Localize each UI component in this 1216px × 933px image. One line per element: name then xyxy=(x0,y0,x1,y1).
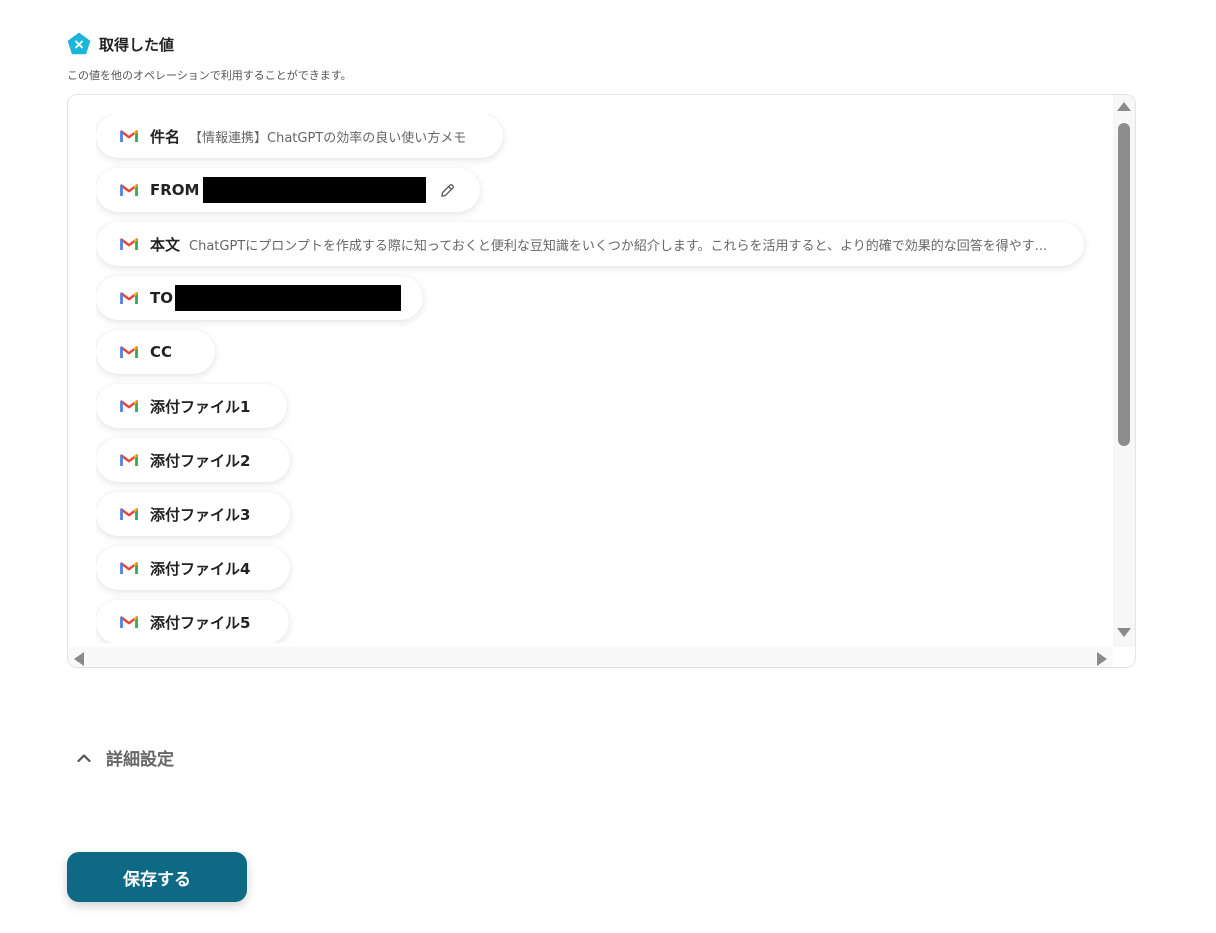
value-item-to[interactable]: TO xyxy=(96,276,423,320)
gmail-icon xyxy=(120,292,138,304)
gmail-icon xyxy=(120,616,138,628)
value-item-attachment-3[interactable]: 添付ファイル3 xyxy=(96,492,290,536)
section-title: 取得した値 xyxy=(99,35,175,54)
item-label: FROM xyxy=(150,181,200,199)
chevron-up-icon xyxy=(77,753,91,762)
item-label: 本文 xyxy=(150,235,181,254)
redacted-value xyxy=(203,177,427,203)
item-value: ChatGPTにプロンプトを作成する際に知っておくと便利な豆知識をいくつか紹介し… xyxy=(189,238,1048,254)
item-label: TO xyxy=(150,289,173,307)
scrollbar-thumb[interactable] xyxy=(1118,123,1130,446)
scroll-up-arrow-icon[interactable] xyxy=(1117,102,1131,111)
value-item-attachment-5[interactable]: 添付ファイル5 xyxy=(96,600,289,643)
scroll-down-arrow-icon[interactable] xyxy=(1117,628,1131,637)
vertical-scrollbar[interactable] xyxy=(1113,95,1135,647)
item-label: 添付ファイル4 xyxy=(150,559,251,578)
value-item-cc[interactable]: CC xyxy=(96,330,215,374)
item-label: 件名 xyxy=(150,127,181,146)
horizontal-scrollbar[interactable] xyxy=(68,647,1113,667)
gmail-icon xyxy=(120,508,138,520)
item-label: 添付ファイル5 xyxy=(150,613,251,632)
gmail-icon xyxy=(120,184,138,196)
gmail-icon xyxy=(120,454,138,466)
variable-x-icon xyxy=(67,32,91,55)
item-value: 【情報連携】ChatGPTの効率の良い使い方メモ xyxy=(189,130,467,146)
save-button[interactable]: 保存する xyxy=(67,852,247,902)
item-label: 添付ファイル1 xyxy=(150,397,251,416)
gmail-icon xyxy=(120,346,138,358)
value-item-attachment-4[interactable]: 添付ファイル4 xyxy=(96,546,290,590)
value-item-subject[interactable]: 件名 【情報連携】ChatGPTの効率の良い使い方メモ xyxy=(96,114,503,158)
item-label: 添付ファイル2 xyxy=(150,451,251,470)
item-label: 添付ファイル3 xyxy=(150,505,251,524)
gmail-icon xyxy=(120,400,138,412)
gmail-icon xyxy=(120,130,138,142)
advanced-settings-label: 詳細設定 xyxy=(106,750,174,770)
value-item-from[interactable]: FROM xyxy=(96,168,480,212)
section-header: 取得した値 xyxy=(67,32,174,56)
redacted-value xyxy=(174,285,401,311)
section-description: この値を他のオペレーションで利用することができます。 xyxy=(67,69,352,82)
value-list: 件名 【情報連携】ChatGPTの効率の良い使い方メモ FROM 本文 Chat… xyxy=(96,114,1105,643)
value-item-attachment-2[interactable]: 添付ファイル2 xyxy=(96,438,290,482)
value-item-body[interactable]: 本文 ChatGPTにプロンプトを作成する際に知っておくと便利な豆知識をいくつか… xyxy=(96,222,1084,266)
value-item-attachment-1[interactable]: 添付ファイル1 xyxy=(96,384,287,428)
gmail-icon xyxy=(120,562,138,574)
advanced-settings-toggle[interactable]: 詳細設定 xyxy=(76,745,174,770)
pencil-edit-icon[interactable] xyxy=(439,182,456,199)
scroll-right-arrow-icon[interactable] xyxy=(1097,652,1107,666)
gmail-icon xyxy=(120,238,138,250)
values-panel: 件名 【情報連携】ChatGPTの効率の良い使い方メモ FROM 本文 Chat… xyxy=(67,94,1136,668)
item-label: CC xyxy=(150,343,173,361)
scroll-left-arrow-icon[interactable] xyxy=(74,652,84,666)
